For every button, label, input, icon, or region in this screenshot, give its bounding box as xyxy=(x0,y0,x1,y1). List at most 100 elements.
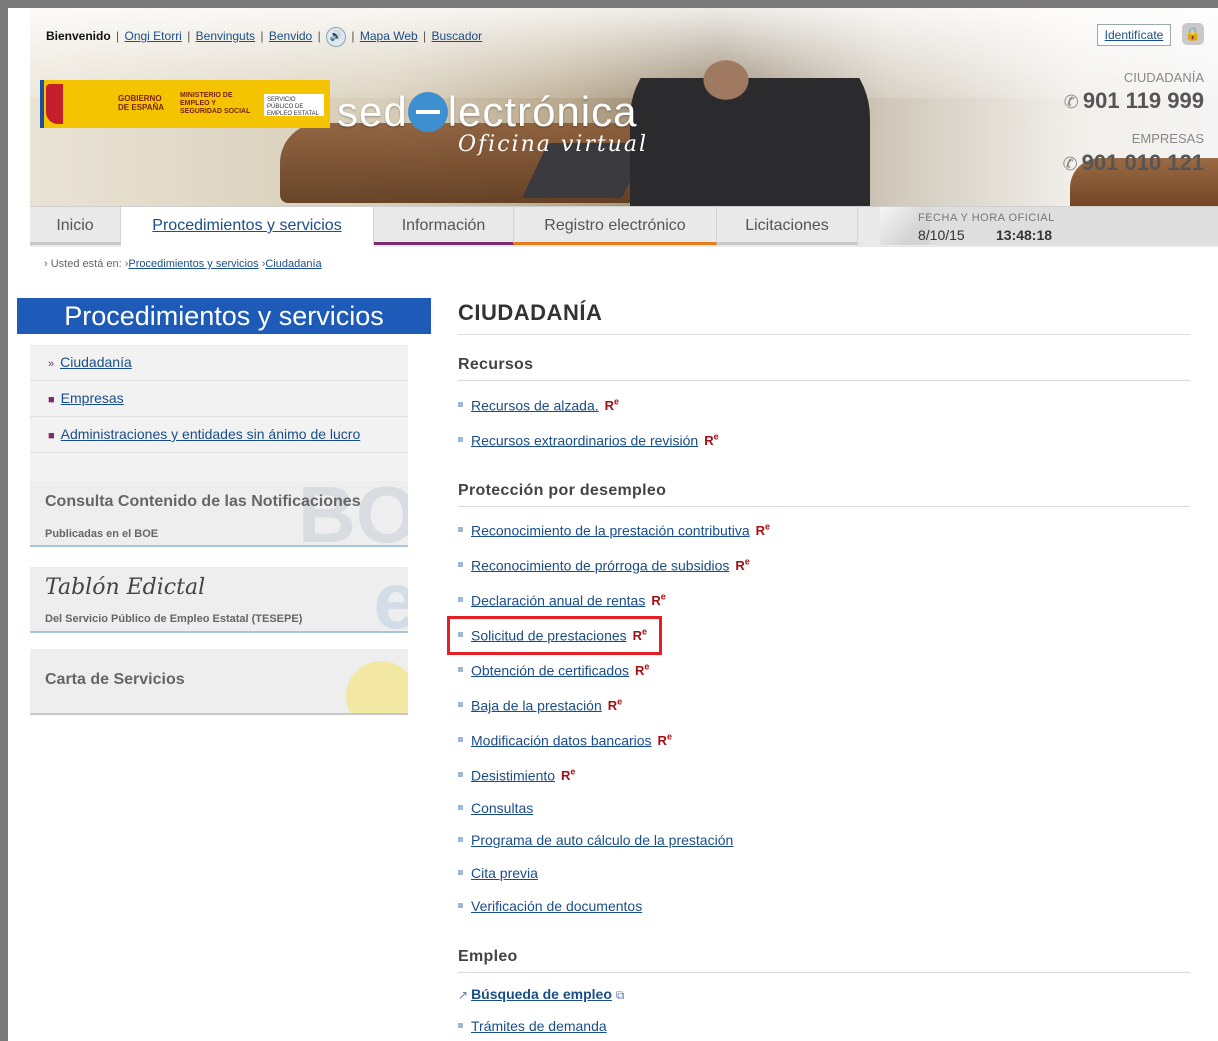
re-sup: e xyxy=(713,432,719,442)
sep: | xyxy=(317,29,321,44)
link-busqueda-empleo[interactable]: Búsqueda de empleo xyxy=(471,986,612,1002)
bullet-icon xyxy=(458,870,463,875)
list-item[interactable]: Recursos extraordinarios de revisión Re xyxy=(458,432,719,448)
bullet-icon xyxy=(458,1023,463,1028)
list-item[interactable]: Baja de la prestación Re xyxy=(458,697,622,713)
main-content: CIUDADANÍA xyxy=(458,300,1190,335)
business-phone: ✆ 901 010 121 xyxy=(1063,150,1204,176)
tablon-edictal-panel[interactable]: e Tablón Edictal Del Servicio Público de… xyxy=(30,567,408,633)
link-certificados[interactable]: Obtención de certificados xyxy=(471,662,629,678)
link-consultas[interactable]: Consultas xyxy=(471,800,533,816)
re-mark: R xyxy=(651,593,661,609)
re-sup: e xyxy=(614,397,620,407)
logo-ministry-text: MINISTERIO DE EMPLEO Y SEGURIDAD SOCIAL xyxy=(180,92,251,115)
sidebar-item-empresas[interactable]: ■ Empresas xyxy=(30,381,408,417)
brand-tagline: Oficina virtual xyxy=(458,132,648,157)
bullet-icon xyxy=(458,737,463,743)
brand-logo: sed lectrónica xyxy=(337,88,637,136)
citizens-label: CIUDADANÍA xyxy=(1123,70,1204,85)
lang-euskera-link[interactable]: Ongi Etorri xyxy=(125,29,182,43)
breadcrumb-procedimientos[interactable]: Procedimientos y servicios xyxy=(128,258,258,270)
e-watermark: e xyxy=(374,567,409,631)
sidebar-item-label[interactable]: Ciudadanía xyxy=(60,354,132,370)
tab-informacion[interactable]: Información xyxy=(374,207,514,245)
sep: | xyxy=(116,29,120,44)
chevron-right-icon: › xyxy=(44,258,48,270)
link-verificacion-documentos[interactable]: Verificación de documentos xyxy=(471,898,642,914)
carta-servicios-panel[interactable]: Carta de Servicios xyxy=(30,649,408,715)
audio-icon[interactable]: 🔊 xyxy=(326,27,347,47)
list-item[interactable]: Modificación datos bancarios Re xyxy=(458,732,672,748)
list-item[interactable]: Trámites de demanda xyxy=(458,1018,607,1034)
list-item[interactable]: Recursos de alzada. Re xyxy=(458,397,619,413)
link-prestacion-contributiva[interactable]: Reconocimiento de la prestación contribu… xyxy=(471,522,750,538)
search-link[interactable]: Buscador xyxy=(431,29,482,43)
breadcrumb-prefix: Usted está en: xyxy=(50,258,122,270)
page-title: CIUDADANÍA xyxy=(458,300,1190,335)
list-item[interactable]: Cita previa xyxy=(458,865,538,881)
lock-icon[interactable]: 🔒 xyxy=(1182,23,1204,45)
tab-licitaciones[interactable]: Licitaciones xyxy=(717,207,858,245)
lang-galego-link[interactable]: Benvido xyxy=(269,29,312,43)
link-recursos-alzada[interactable]: Recursos de alzada. xyxy=(471,397,599,413)
notifications-panel[interactable]: BO Consulta Contenido de las Notificacio… xyxy=(30,481,408,547)
list-item[interactable]: Obtención de certificados Re xyxy=(458,662,649,678)
citizens-phone-number: 901 119 999 xyxy=(1082,88,1204,113)
link-desistimiento[interactable]: Desistimiento xyxy=(471,767,555,783)
tab-registro[interactable]: Registro electrónico xyxy=(514,207,717,245)
sidebar-item-label[interactable]: Empresas xyxy=(61,390,124,406)
link-declaracion-rentas[interactable]: Declaración anual de rentas xyxy=(471,592,645,608)
welcome-label: Bienvenido xyxy=(46,29,111,44)
re-icon: Re xyxy=(735,557,749,574)
re-icon: Re xyxy=(704,432,719,448)
link-datos-bancarios[interactable]: Modificación datos bancarios xyxy=(471,732,652,748)
official-datetime: FECHA Y HORA OFICIAL 8/10/15 13:48:18 xyxy=(880,207,1218,245)
brand-pre: sed xyxy=(337,88,408,135)
lang-catala-link[interactable]: Benvinguts xyxy=(196,29,255,43)
bullet-icon xyxy=(458,437,463,443)
globe-icon xyxy=(346,661,408,713)
list-item[interactable]: Declaración anual de rentas Re xyxy=(458,592,666,608)
tablon-subtitle: Del Servicio Público de Empleo Estatal (… xyxy=(45,613,303,625)
section-proteccion: Protección por desempleo xyxy=(458,482,1190,507)
link-prorroga-subsidios[interactable]: Reconocimiento de prórroga de subsidios xyxy=(471,557,729,573)
re-mark: R xyxy=(735,558,745,574)
tab-inicio[interactable]: Inicio xyxy=(30,207,121,245)
link-cita-previa[interactable]: Cita previa xyxy=(471,865,538,881)
section-empleo: Empleo xyxy=(458,948,1190,973)
link-recursos-extraordinarios[interactable]: Recursos extraordinarios de revisión xyxy=(471,432,698,448)
list-item[interactable]: Desistimiento Re xyxy=(458,767,575,783)
tab-label: Inicio xyxy=(56,217,94,234)
bullet-icon xyxy=(458,597,463,603)
window-frame-top xyxy=(0,0,1218,8)
carta-title: Carta de Servicios xyxy=(45,671,185,688)
sidebar-item-label[interactable]: Administraciones y entidades sin ánimo d… xyxy=(61,426,361,442)
link-auto-calculo[interactable]: Programa de auto cálculo de la prestació… xyxy=(471,832,733,848)
re-mark: R xyxy=(607,698,618,714)
sitemap-link[interactable]: Mapa Web xyxy=(360,29,418,43)
breadcrumb-ciudadania[interactable]: Ciudadanía xyxy=(265,258,321,270)
re-mark: R xyxy=(755,523,765,539)
tab-procedimientos[interactable]: Procedimientos y servicios xyxy=(121,207,374,247)
link-tramites-demanda[interactable]: Trámites de demanda xyxy=(471,1018,607,1034)
sidebar-item-administraciones[interactable]: ■ Administraciones y entidades sin ánimo … xyxy=(30,417,408,453)
list-item[interactable]: Reconocimiento de prórroga de subsidios R… xyxy=(458,557,750,573)
list-item[interactable]: Programa de auto cálculo de la prestació… xyxy=(458,832,733,848)
window-frame-left xyxy=(0,0,8,1041)
sidebar-item-ciudadania[interactable]: » Ciudadanía xyxy=(30,345,408,381)
re-sup: e xyxy=(570,767,576,777)
re-sup: e xyxy=(644,662,650,672)
re-sup: e xyxy=(765,522,771,532)
link-baja-prestacion[interactable]: Baja de la prestación xyxy=(471,697,602,713)
sep: | xyxy=(187,29,191,44)
list-item[interactable]: Consultas xyxy=(458,800,533,816)
identify-button[interactable]: Identifícate xyxy=(1097,24,1171,46)
list-item[interactable]: ↗ Búsqueda de empleo ⧉ xyxy=(458,986,627,1003)
re-sup: e xyxy=(666,732,672,742)
highlight-box xyxy=(447,616,662,655)
list-item[interactable]: Reconocimiento de la prestación contribu… xyxy=(458,522,770,538)
frame-margin xyxy=(8,8,30,1041)
list-item[interactable]: Verificación de documentos xyxy=(458,898,642,914)
bullet-icon xyxy=(458,772,463,778)
business-phone-number: 901 010 121 xyxy=(1081,150,1204,175)
